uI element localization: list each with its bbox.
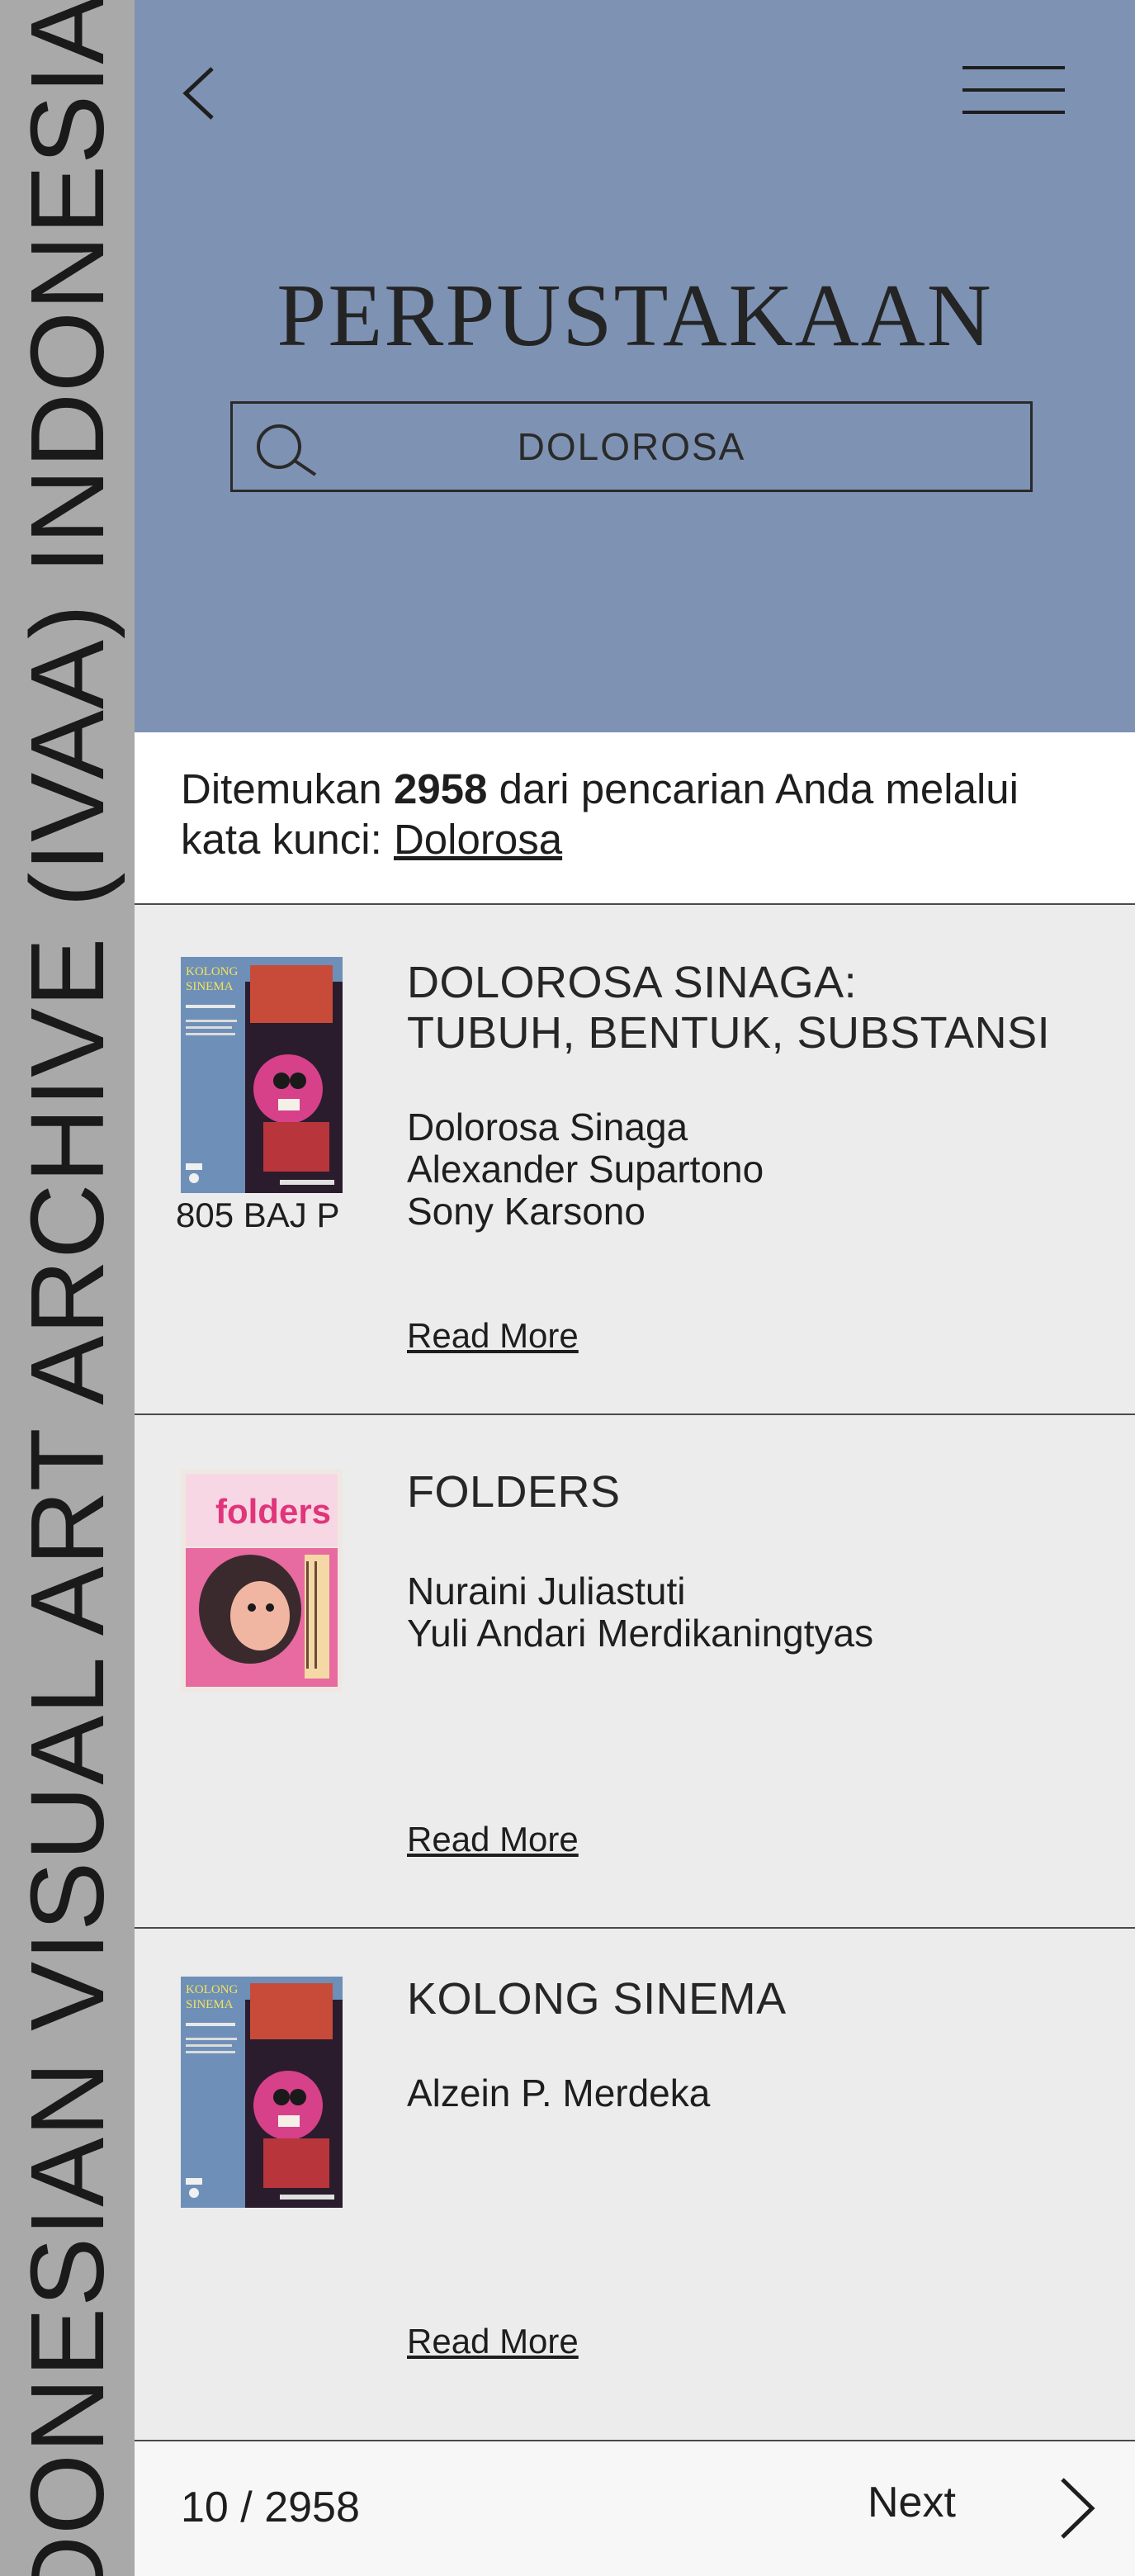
author: Yuli Andari Merdikaningtyas [407, 1612, 874, 1655]
author-list: Nuraini Juliastuti Yuli Andari Merdikani… [407, 1570, 1117, 1655]
chevron-right-icon[interactable] [1051, 2473, 1100, 2544]
total-count: 2958 [264, 2484, 360, 2531]
summary-prefix: Ditemukan [181, 765, 394, 812]
menu-line [962, 88, 1065, 92]
page-separator: / [228, 2484, 265, 2531]
author-list: Alzein P. Merdeka [407, 2072, 1117, 2114]
author: Alexander Supartono [407, 1148, 764, 1191]
chevron-left-icon [182, 67, 214, 120]
read-more-link[interactable]: Read More [407, 1316, 579, 1356]
svg-text:KOLONG: KOLONG [186, 1983, 238, 1996]
search-input[interactable]: DOLOROSA [230, 401, 1033, 492]
result-title-line: DOLOROSA SINAGA: [407, 958, 858, 1007]
list-item: KOLONG SINEMA 805 BAJ P DOLOROSA SINAGA:… [135, 905, 1135, 1415]
author-list: Dolorosa Sinaga Alexander Supartono Sony… [407, 1106, 1117, 1233]
hamburger-menu-icon [962, 66, 1065, 69]
svg-text:KOLONG: KOLONG [186, 965, 238, 978]
summary-text: Ditemukan 2958 dari pencarian Anda melal… [181, 764, 1105, 864]
svg-text:folders: folders [215, 1492, 331, 1531]
author: Dolorosa Sinaga [407, 1106, 688, 1148]
list-item: KOLONG SINEMA KOLONG SINEMA Alzein P. Me… [135, 1929, 1135, 2441]
call-number: 805 BAJ P [176, 1196, 340, 1234]
result-title-line: TUBUH, BENTUK, SUBSTANSI [407, 1008, 1051, 1058]
page-counter: 10 / 2958 [181, 2483, 360, 2532]
menu-button[interactable] [962, 64, 1065, 116]
result-title[interactable]: DOLOROSA SINAGA: TUBUH, BENTUK, SUBSTANS… [407, 958, 1117, 1058]
result-title-line: KOLONG SINEMA [407, 1974, 787, 2024]
book-cover[interactable]: KOLONG SINEMA [181, 1977, 343, 2208]
header: PERPUSTAKAAN DOLOROSA [135, 0, 1135, 732]
side-banner-text: INDONESIAN VISUAL ART ARCHIVE (IVAA) IND… [9, 0, 125, 2576]
page-title: PERPUSTAKAAN [277, 267, 993, 365]
next-button[interactable]: Next [868, 2478, 956, 2527]
list-item: folders FOLDERS Nuraini Juliastuti Yuli … [135, 1415, 1135, 1929]
svg-text:SINEMA: SINEMA [186, 1998, 234, 2011]
result-title[interactable]: FOLDERS [407, 1467, 1117, 1518]
result-count: 2958 [393, 765, 488, 812]
book-cover-image: KOLONG SINEMA [181, 957, 343, 1193]
result-title[interactable]: KOLONG SINEMA [407, 1974, 1117, 2024]
book-cover[interactable]: folders [181, 1469, 343, 1692]
menu-line [962, 111, 1065, 114]
svg-text:SINEMA: SINEMA [186, 980, 234, 993]
book-cover-image: folders [181, 1469, 343, 1692]
read-more-link[interactable]: Read More [407, 1820, 579, 1859]
search-value: DOLOROSA [517, 425, 746, 468]
author: Alzein P. Merdeka [407, 2072, 711, 2114]
side-banner: INDONESIAN VISUAL ART ARCHIVE (IVAA) IND… [0, 0, 135, 2576]
result-summary: Ditemukan 2958 dari pencarian Anda melal… [135, 732, 1135, 905]
result-title-line: FOLDERS [407, 1467, 621, 1517]
back-button[interactable] [176, 62, 225, 125]
current-page: 10 [181, 2484, 229, 2531]
read-more-link[interactable]: Read More [407, 2322, 579, 2361]
author: Nuraini Juliastuti [407, 1570, 686, 1612]
search-keyword-link[interactable]: Dolorosa [394, 816, 562, 863]
pagination: 10 / 2958 Next [135, 2441, 1135, 2576]
book-cover-image: KOLONG SINEMA [181, 1977, 343, 2208]
book-cover[interactable]: KOLONG SINEMA [181, 957, 343, 1193]
author: Sony Karsono [407, 1190, 646, 1233]
